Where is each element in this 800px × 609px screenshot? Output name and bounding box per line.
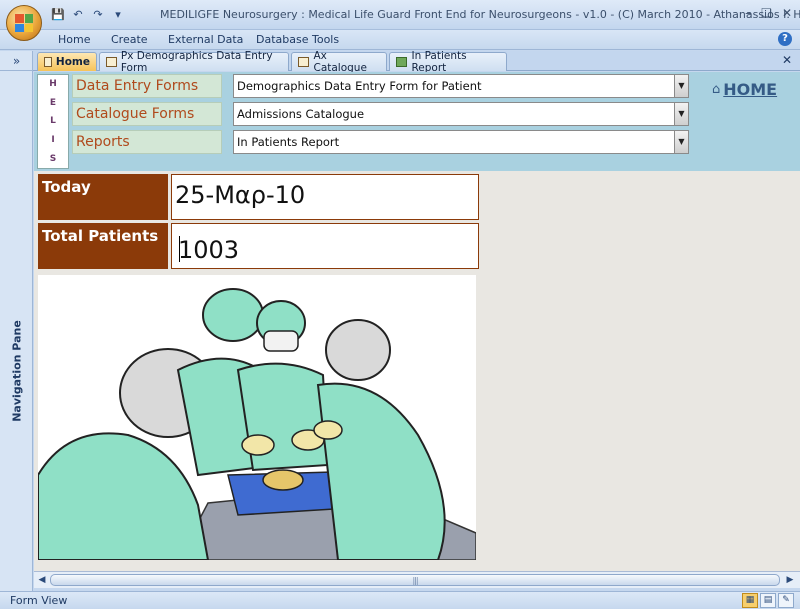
scroll-right-icon[interactable]: ▶ — [784, 574, 796, 586]
nav-pane-label: Navigation Pane — [10, 320, 23, 422]
ribbon-tab-home[interactable]: Home — [58, 33, 90, 46]
doc-tab-label: Home — [55, 56, 90, 68]
quick-access-toolbar: 💾 ↶ ↷ ▾ — [50, 6, 126, 24]
logo-letter: S — [49, 153, 57, 164]
form-icon — [44, 57, 52, 67]
horizontal-scrollbar[interactable]: ◀ ||| ▶ — [34, 571, 800, 588]
form-body: Today 25-Μαρ-10 Total Patients 1003 — [34, 171, 800, 571]
data-entry-forms-combo[interactable]: Demographics Data Entry Form for Patient… — [233, 74, 689, 98]
total-patients-label: Total Patients — [42, 227, 159, 245]
data-entry-forms-label: Data Entry Forms — [76, 78, 199, 94]
ribbon-tab-create[interactable]: Create — [111, 33, 148, 46]
doc-tab-px-demographics[interactable]: Px Demographics Data Entry Form — [99, 50, 289, 74]
customize-qat-icon[interactable]: ▾ — [110, 7, 126, 23]
status-text: Form View — [10, 594, 68, 607]
dropdown-arrow-icon[interactable]: ▼ — [674, 75, 688, 97]
data-entry-forms-label-box: Data Entry Forms — [72, 74, 222, 98]
logo-letter: H — [49, 79, 57, 90]
nav-pane-label-box[interactable]: Navigation Pane — [4, 311, 29, 431]
combo-value: Admissions Catalogue — [237, 107, 365, 121]
today-field[interactable]: 25-Μαρ-10 — [171, 174, 479, 220]
logo-letter: I — [51, 135, 55, 146]
dropdown-arrow-icon[interactable]: ▼ — [674, 131, 688, 153]
minimize-icon[interactable]: – — [745, 6, 751, 20]
nav-pane-toggle[interactable]: » — [0, 51, 33, 71]
doc-tab-label: In Patients Report — [411, 50, 467, 74]
catalogue-forms-combo[interactable]: Admissions Catalogue ▼ — [233, 102, 689, 126]
undo-icon[interactable]: ↶ — [70, 7, 86, 23]
text-caret — [179, 236, 180, 262]
reports-label-box: Reports — [72, 130, 222, 154]
doc-tab-ax-catalogue[interactable]: Ax Catalogue — [291, 50, 387, 74]
combo-value: Demographics Data Entry Form for Patient — [237, 79, 482, 93]
restore-icon[interactable]: ❏ — [761, 6, 772, 20]
ribbon-tabs: Home Create External Data Database Tools… — [0, 30, 800, 50]
ribbon-tab-database-tools[interactable]: Database Tools — [256, 33, 339, 46]
reports-combo[interactable]: In Patients Report ▼ — [233, 130, 689, 154]
office-button[interactable] — [6, 5, 42, 41]
save-icon[interactable]: 💾 — [50, 7, 66, 23]
design-view-icon[interactable]: ✎ — [778, 593, 794, 608]
total-patients-field[interactable]: 1003 — [171, 223, 479, 269]
close-document-icon[interactable]: ✕ — [782, 53, 792, 67]
window-controls: – ❏ ✕ — [745, 6, 792, 20]
scroll-left-icon[interactable]: ◀ — [36, 574, 48, 586]
document-tabs: Home Px Demographics Data Entry Form Ax … — [33, 50, 800, 74]
office-logo-icon — [15, 14, 33, 32]
doc-tab-label: Ax Catalogue — [313, 50, 367, 74]
logo-letter: E — [49, 97, 57, 108]
reports-label: Reports — [76, 134, 130, 150]
doc-tab-home[interactable]: Home — [37, 52, 97, 71]
home-link-label: HOME — [723, 80, 778, 99]
today-label: Today — [42, 178, 91, 196]
dropdown-arrow-icon[interactable]: ▼ — [674, 103, 688, 125]
catalogue-forms-label: Catalogue Forms — [76, 106, 195, 122]
ribbon-tab-external-data[interactable]: External Data — [168, 33, 243, 46]
logo-letter: L — [50, 116, 56, 127]
report-icon — [396, 57, 408, 67]
home-icon: ⌂ — [712, 82, 721, 97]
form-icon — [106, 57, 117, 67]
help-icon[interactable]: ? — [778, 32, 792, 46]
form-view-icon[interactable]: ▦ — [742, 593, 758, 608]
status-bar: Form View ▦ ▤ ✎ — [0, 591, 800, 609]
combo-value: In Patients Report — [237, 135, 340, 149]
form-header: H E L I S Data Entry Forms Demographics … — [34, 72, 800, 171]
window-title: MEDILIGFE Neurosurgery : Medical Life Gu… — [160, 8, 800, 21]
helis-logo: H E L I S — [37, 74, 69, 169]
navigation-pane: » Navigation Pane — [0, 51, 33, 591]
title-bar: 💾 ↶ ↷ ▾ MEDILIGFE Neurosurgery : Medical… — [0, 0, 800, 30]
view-switcher: ▦ ▤ ✎ — [742, 593, 794, 608]
form-icon — [298, 57, 310, 67]
total-patients-label-box: Total Patients — [38, 223, 168, 269]
layout-view-icon[interactable]: ▤ — [760, 593, 776, 608]
redo-icon[interactable]: ↷ — [90, 7, 106, 23]
scrollbar-thumb[interactable]: ||| — [50, 574, 780, 586]
doc-tab-label: Px Demographics Data Entry Form — [120, 50, 273, 74]
scroll-grip-icon: ||| — [412, 576, 418, 585]
today-value: 25-Μαρ-10 — [175, 181, 306, 209]
today-label-box: Today — [38, 174, 168, 220]
home-link[interactable]: ⌂ HOME — [712, 80, 777, 99]
catalogue-forms-label-box: Catalogue Forms — [72, 102, 222, 126]
surgeons-illustration-svg — [37, 288, 477, 561]
surgeons-illustration — [37, 275, 477, 561]
close-icon[interactable]: ✕ — [782, 6, 792, 20]
doc-tab-in-patients-report[interactable]: In Patients Report — [389, 50, 507, 74]
total-patients-number: 1003 — [178, 236, 240, 264]
